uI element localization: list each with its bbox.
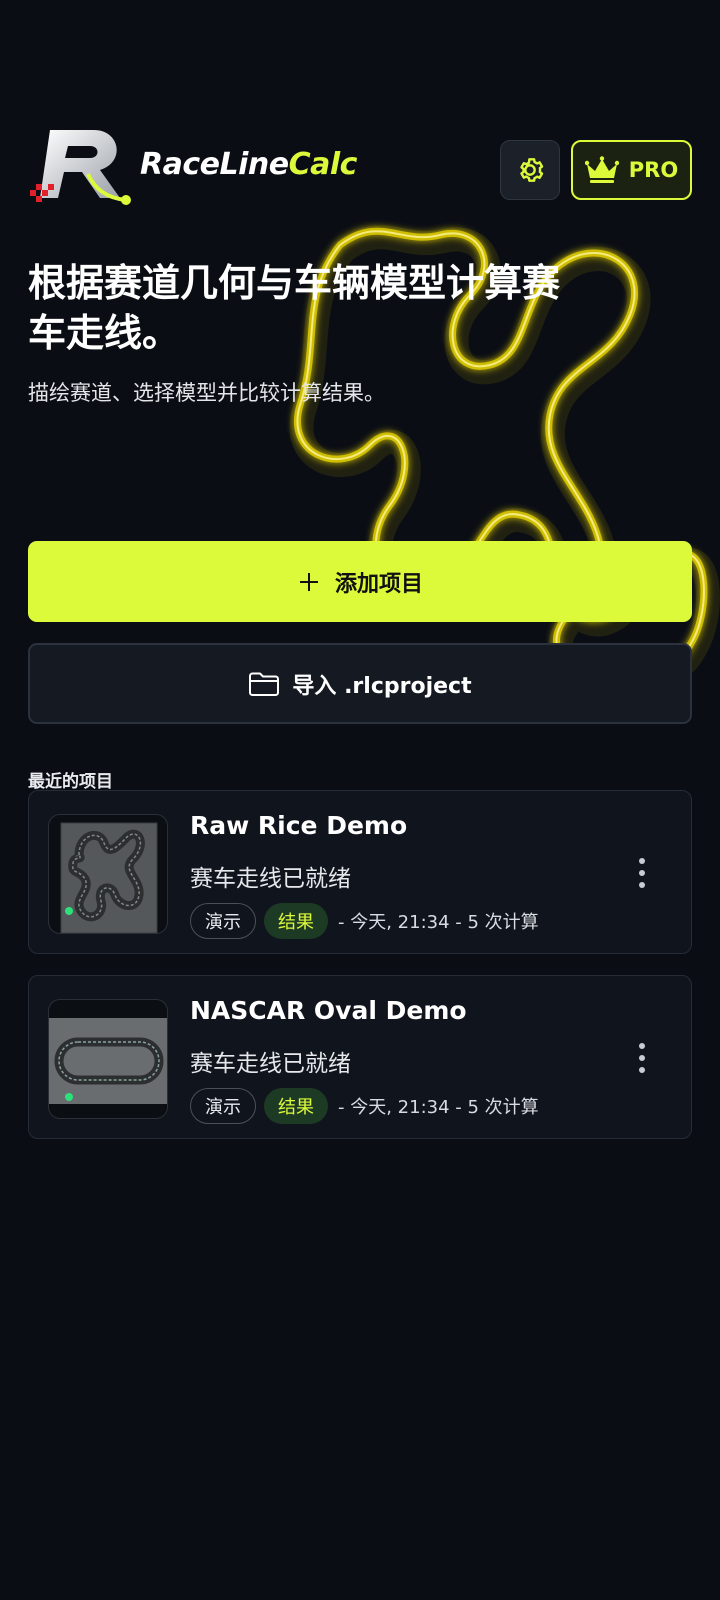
pro-button[interactable]: PRO xyxy=(571,140,692,200)
project-thumbnail xyxy=(48,999,168,1119)
logo-text-main: RaceLine xyxy=(140,147,289,182)
result-badge: 结果 xyxy=(264,903,328,939)
project-meta-text: - 今天, 21:34 - 5 次计算 xyxy=(338,912,539,933)
demo-badge: 演示 xyxy=(190,1088,256,1124)
app-logo: RaceLineCalc xyxy=(28,128,388,210)
logo-wordmark: RaceLineCalc xyxy=(140,147,357,182)
project-status: 赛车走线已就绪 xyxy=(190,1051,351,1077)
gear-icon xyxy=(520,158,544,182)
more-options-icon[interactable] xyxy=(627,853,657,893)
app-header: RaceLineCalc PRO xyxy=(28,128,692,210)
import-project-button[interactable]: 导入 .rlcproject xyxy=(28,643,692,724)
demo-badge: 演示 xyxy=(190,903,256,939)
project-status: 赛车走线已就绪 xyxy=(190,866,351,892)
import-label: 导入 .rlcproject xyxy=(292,673,472,699)
hero-subtitle: 描绘赛道、选择模型并比较计算结果。 xyxy=(28,381,385,405)
home-screen: RaceLineCalc PRO 根据赛道几何与车辆模型计算赛车走线。 描绘赛道… xyxy=(0,0,720,1600)
logo-text-accent: Calc xyxy=(288,147,358,182)
more-options-icon[interactable] xyxy=(627,1038,657,1078)
project-meta: 演示 结果 - 今天, 21:34 - 5 次计算 xyxy=(190,1088,539,1124)
logo-mark-icon xyxy=(30,130,131,205)
plus-icon xyxy=(299,572,318,591)
project-title: Raw Rice Demo xyxy=(190,811,408,840)
folder-icon xyxy=(249,672,280,696)
add-project-button[interactable]: 添加项目 xyxy=(28,541,692,622)
settings-button[interactable] xyxy=(500,140,560,200)
recent-projects-heading: 最近的项目 xyxy=(28,772,113,792)
project-card[interactable]: NASCAR Oval Demo 赛车走线已就绪 演示 结果 - 今天, 21:… xyxy=(28,975,692,1139)
pro-label: PRO xyxy=(628,158,679,182)
result-badge: 结果 xyxy=(264,1088,328,1124)
project-thumbnail xyxy=(48,814,168,934)
crown-icon xyxy=(584,156,619,183)
project-card[interactable]: Raw Rice Demo 赛车走线已就绪 演示 结果 - 今天, 21:34 … xyxy=(28,790,692,954)
project-meta-text: - 今天, 21:34 - 5 次计算 xyxy=(338,1097,539,1118)
project-title: NASCAR Oval Demo xyxy=(190,996,467,1025)
hero-title: 根据赛道几何与车辆模型计算赛车走线。 xyxy=(28,261,561,355)
add-project-label: 添加项目 xyxy=(334,571,423,597)
project-meta: 演示 结果 - 今天, 21:34 - 5 次计算 xyxy=(190,903,539,939)
